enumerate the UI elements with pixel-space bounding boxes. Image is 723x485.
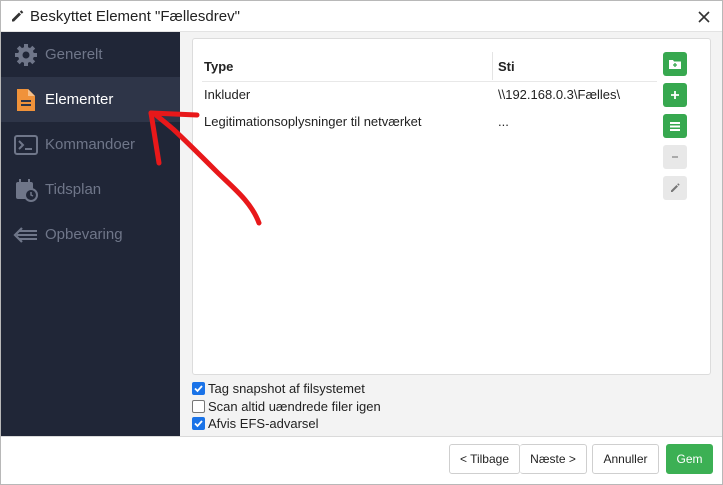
save-button[interactable]: Gem [666,444,713,474]
row-type: Inkluder [204,87,251,102]
sidebar-item-tidsplan[interactable]: Tidsplan [1,167,180,212]
option-rescan[interactable]: Scan altid uændrede filer igen [192,399,492,415]
efs-checkbox[interactable] [192,417,205,430]
sidebar-item-generelt[interactable]: Generelt [1,32,180,77]
title-bar: Beskyttet Element "Fællesdrev" [1,1,722,32]
column-header-path[interactable]: Sti [498,59,515,74]
list-icon [670,122,680,131]
sidebar-item-elementer[interactable]: Elementer [1,77,180,122]
add-folder-button[interactable] [663,52,687,76]
sidebar-item-opbevaring[interactable]: Opbevaring [1,212,180,257]
gear-icon [15,44,37,66]
footer: < Tilbage Næste > Annuller Gem [1,436,722,484]
main-content: Type Sti Inkluder \\192.168.0.3\Fælles\ … [180,32,722,436]
minus-icon [672,156,678,158]
sidebar-item-kommandoer[interactable]: Kommandoer [1,122,180,167]
option-snapshot[interactable]: Tag snapshot af filsystemet [192,381,492,397]
list-button[interactable] [663,114,687,138]
sidebar: Generelt Elementer Kommandoer Tidsplan O… [1,32,180,436]
cancel-button[interactable]: Annuller [592,444,659,474]
close-icon[interactable] [693,6,715,28]
row-path: \\192.168.0.3\Fælles\ [498,87,621,102]
add-item-button[interactable] [663,83,687,107]
row-path: ... [498,114,509,129]
document-icon [17,89,35,111]
efs-label: Afvis EFS-advarsel [208,416,319,431]
plus-icon [671,91,679,99]
rescan-label: Scan altid uændrede filer igen [208,399,381,414]
checkmark-icon [194,420,203,428]
add-folder-icon [669,60,681,69]
sidebar-item-label: Opbevaring [45,226,123,243]
snapshot-label: Tag snapshot af filsystemet [208,381,365,396]
rescan-checkbox[interactable] [192,400,205,413]
terminal-icon [14,135,38,155]
header-divider [202,81,657,82]
row-type: Legitimationsoplysninger til netværket [204,114,422,129]
window-title: Beskyttet Element "Fællesdrev" [30,8,240,25]
snapshot-checkbox[interactable] [192,382,205,395]
retention-arrow-icon [13,227,37,243]
next-button[interactable]: Næste > [520,444,587,474]
sidebar-item-label: Tidsplan [45,181,102,198]
option-efs[interactable]: Afvis EFS-advarsel [192,416,492,432]
items-panel: Type Sti Inkluder \\192.168.0.3\Fælles\ … [192,38,711,375]
back-button[interactable]: < Tilbage [449,444,520,474]
sidebar-item-label: Elementer [45,91,114,108]
remove-item-button[interactable] [663,145,687,169]
sidebar-item-label: Generelt [45,46,103,63]
sidebar-item-label: Kommandoer [45,136,136,153]
column-divider [492,52,493,80]
edit-item-button[interactable] [663,176,687,200]
pencil-icon [671,183,680,192]
checkmark-icon [194,385,203,393]
calendar-clock-icon [16,179,38,202]
pencil-icon [12,10,24,22]
column-header-type[interactable]: Type [204,59,233,74]
dialog-window: Beskyttet Element "Fællesdrev" Generelt [0,0,723,485]
